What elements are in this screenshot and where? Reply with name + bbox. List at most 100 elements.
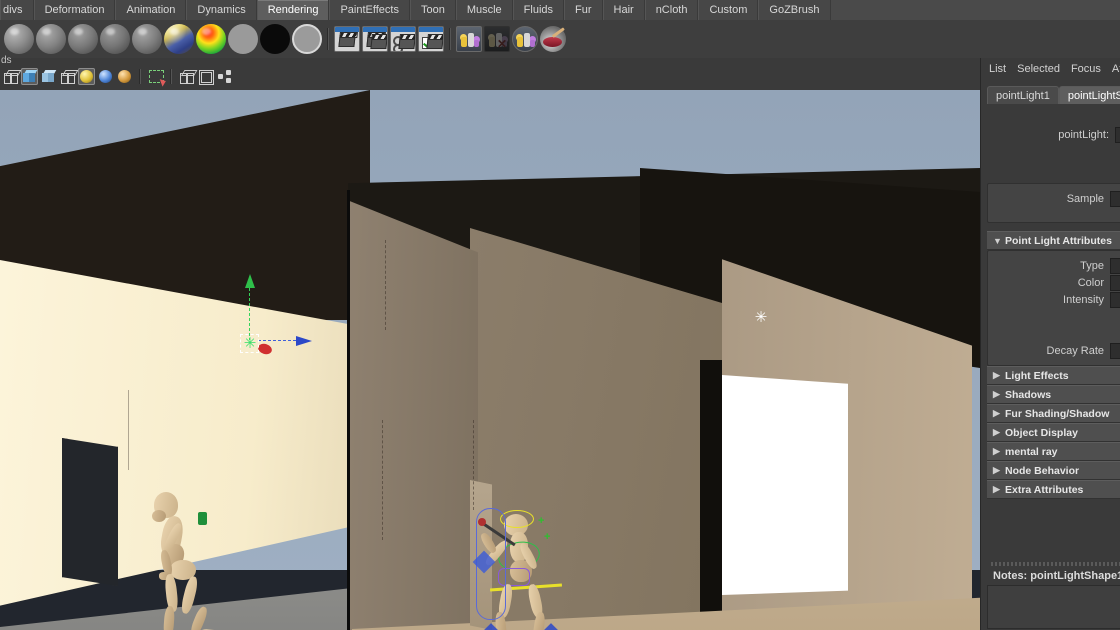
ae-menu-focus[interactable]: Focus bbox=[1071, 63, 1101, 75]
status-separator bbox=[170, 69, 172, 84]
render-settings-icon[interactable] bbox=[390, 26, 416, 52]
shelf-separator bbox=[327, 28, 329, 50]
shadows-icon[interactable] bbox=[116, 68, 133, 85]
smooth-shade-all-icon[interactable] bbox=[21, 68, 38, 85]
phonge-material-sphere-icon[interactable] bbox=[100, 24, 130, 54]
module-tab-custom[interactable]: Custom bbox=[698, 0, 759, 20]
section-title: Object Display bbox=[1005, 426, 1078, 439]
module-tab-dynamics[interactable]: Dynamics bbox=[186, 0, 257, 20]
select-by-component-icon[interactable] bbox=[147, 68, 164, 85]
section-point-light-attributes[interactable]: ▼ Point Light Attributes bbox=[987, 231, 1120, 250]
walking-rig-character[interactable] bbox=[140, 492, 240, 630]
section-title: Point Light Attributes bbox=[1005, 234, 1112, 247]
module-tab-animation[interactable]: Animation bbox=[115, 0, 187, 20]
room-divider-wall-edge bbox=[347, 190, 350, 630]
lambert-material-sphere-icon[interactable] bbox=[4, 24, 34, 54]
surface-shader-sphere-icon[interactable] bbox=[196, 24, 226, 54]
blinn-material-sphere-icon[interactable] bbox=[36, 24, 66, 54]
green-locator-icon bbox=[198, 512, 207, 525]
chevron-right-icon: ▶ bbox=[993, 465, 1000, 475]
chevron-down-icon: ▼ bbox=[993, 235, 1002, 246]
module-tab-deformation[interactable]: Deformation bbox=[33, 0, 116, 20]
manipulator-y-arrow-icon[interactable] bbox=[245, 274, 255, 288]
ae-menu-attri[interactable]: Attri bbox=[1112, 63, 1120, 75]
sample-swatch-panel: Sample bbox=[987, 183, 1120, 223]
section-light-effects[interactable]: ▶ Light Effects bbox=[987, 366, 1120, 385]
attr-label: Intensity bbox=[1063, 293, 1104, 306]
module-tab-rendering[interactable]: Rendering bbox=[256, 0, 330, 20]
module-tab-fur[interactable]: Fur bbox=[564, 0, 603, 20]
section-node-behavior[interactable]: ▶ Node Behavior bbox=[987, 461, 1120, 480]
section-title: Light Effects bbox=[1005, 369, 1069, 382]
attr-row-decay-rate: Decay Rate bbox=[992, 342, 1120, 359]
xray-joints-icon[interactable] bbox=[197, 68, 214, 85]
perspective-viewport[interactable]: + + + + ✳ ✳ bbox=[0, 90, 980, 630]
hypershade-icon[interactable] bbox=[456, 26, 482, 52]
chevron-right-icon: ▶ bbox=[993, 370, 1000, 380]
module-tab-ncloth[interactable]: nCloth bbox=[644, 0, 699, 20]
batch-render-icon[interactable] bbox=[418, 26, 444, 52]
module-tab-toon[interactable]: Toon bbox=[409, 0, 456, 20]
module-tab-muscle[interactable]: Muscle bbox=[455, 0, 513, 20]
xray-display-icon[interactable] bbox=[178, 68, 198, 85]
attribute-editor-body: pointLight: Sample ▼ Point Light Attribu… bbox=[987, 106, 1120, 558]
section-extra-attributes[interactable]: ▶ Extra Attributes bbox=[987, 480, 1120, 499]
notes-label-text: Notes: bbox=[993, 570, 1028, 582]
attr-field-type[interactable] bbox=[1110, 257, 1120, 274]
module-tab-fluids[interactable]: Fluids bbox=[512, 0, 565, 20]
chevron-right-icon: ▶ bbox=[993, 389, 1000, 399]
shading-map-shader-icon[interactable] bbox=[260, 24, 290, 54]
wireframe-shading-icon[interactable] bbox=[2, 68, 22, 85]
ae-node-tab-1[interactable]: pointLightSha bbox=[1058, 86, 1120, 104]
use-default-lighting-icon[interactable] bbox=[78, 68, 95, 85]
point-light-icon: ✳ bbox=[243, 335, 257, 352]
ae-node-tab-0[interactable]: pointLight1 bbox=[987, 86, 1059, 104]
rendering-shelf-toolbar: ✕ bbox=[0, 20, 1120, 59]
use-background-shader-icon[interactable] bbox=[228, 24, 258, 54]
attr-field-intensity[interactable] bbox=[1110, 291, 1120, 308]
display-status-row: ds bbox=[0, 55, 980, 91]
point-light-2-icon[interactable]: ✳ bbox=[754, 310, 768, 325]
section-object-display[interactable]: ▶ Object Display bbox=[987, 423, 1120, 442]
module-tab-painteffects[interactable]: PaintEffects bbox=[329, 0, 410, 20]
wall-guide-line bbox=[385, 240, 386, 330]
point-light-1[interactable]: ✳ bbox=[240, 334, 260, 354]
attr-field-decay-rate[interactable] bbox=[1110, 342, 1120, 359]
anisotropic-material-sphere-icon[interactable] bbox=[132, 24, 162, 54]
render-view-icon[interactable] bbox=[512, 26, 538, 52]
module-tab-hair[interactable]: Hair bbox=[602, 0, 645, 20]
ramp-shader-sphere-icon[interactable] bbox=[164, 24, 194, 54]
sample-label: Sample bbox=[1066, 192, 1104, 205]
module-tab-gozbrush[interactable]: GoZBrush bbox=[758, 0, 831, 20]
smooth-shade-selected-icon[interactable] bbox=[40, 68, 57, 85]
section-mental-ray[interactable]: ▶ mental ray bbox=[987, 442, 1120, 461]
wireframe-on-shaded-icon[interactable] bbox=[59, 68, 79, 85]
attribute-editor-node-tabs: pointLight1pointLightSha bbox=[987, 84, 1120, 104]
section-shadows[interactable]: ▶ Shadows bbox=[987, 385, 1120, 404]
node-name-label: pointLight: bbox=[1058, 128, 1109, 141]
posed-rig-character[interactable]: + + + + bbox=[470, 502, 574, 630]
section-fur-shading-shadow[interactable]: ▶ Fur Shading/Shadow bbox=[987, 404, 1120, 423]
cancel-batch-render-icon[interactable]: ✕ bbox=[484, 26, 510, 52]
notes-textarea[interactable] bbox=[987, 585, 1120, 629]
section-title: Node Behavior bbox=[1005, 464, 1080, 477]
ae-menu-list[interactable]: List bbox=[989, 63, 1006, 75]
sample-swatch[interactable] bbox=[1110, 190, 1120, 207]
attr-label: Decay Rate bbox=[1046, 344, 1104, 357]
use-all-lights-icon[interactable] bbox=[97, 68, 114, 85]
module-tab-divs[interactable]: divs bbox=[0, 0, 34, 20]
panel-resize-grip[interactable] bbox=[991, 562, 1120, 566]
redo-previous-render-icon[interactable] bbox=[362, 26, 388, 52]
sample-row: Sample bbox=[992, 190, 1120, 207]
node-name-field[interactable] bbox=[1115, 126, 1120, 143]
phong-material-sphere-icon[interactable] bbox=[68, 24, 98, 54]
manipulator-z-arrow-icon[interactable] bbox=[296, 336, 312, 346]
ae-menu-selected[interactable]: Selected bbox=[1017, 63, 1060, 75]
render-current-frame-icon[interactable] bbox=[334, 26, 360, 52]
paint-effects-icon[interactable] bbox=[540, 26, 566, 52]
attr-field-color[interactable] bbox=[1110, 274, 1120, 291]
attribute-editor-collapsed-sections: ▶ Light Effects ▶ Shadows ▶ Fur Shading/Shado… bbox=[987, 366, 1120, 499]
attr-row-intensity: Intensity bbox=[992, 291, 1120, 308]
isolate-select-icon[interactable] bbox=[216, 68, 233, 85]
layered-shader-icon[interactable] bbox=[292, 24, 322, 54]
